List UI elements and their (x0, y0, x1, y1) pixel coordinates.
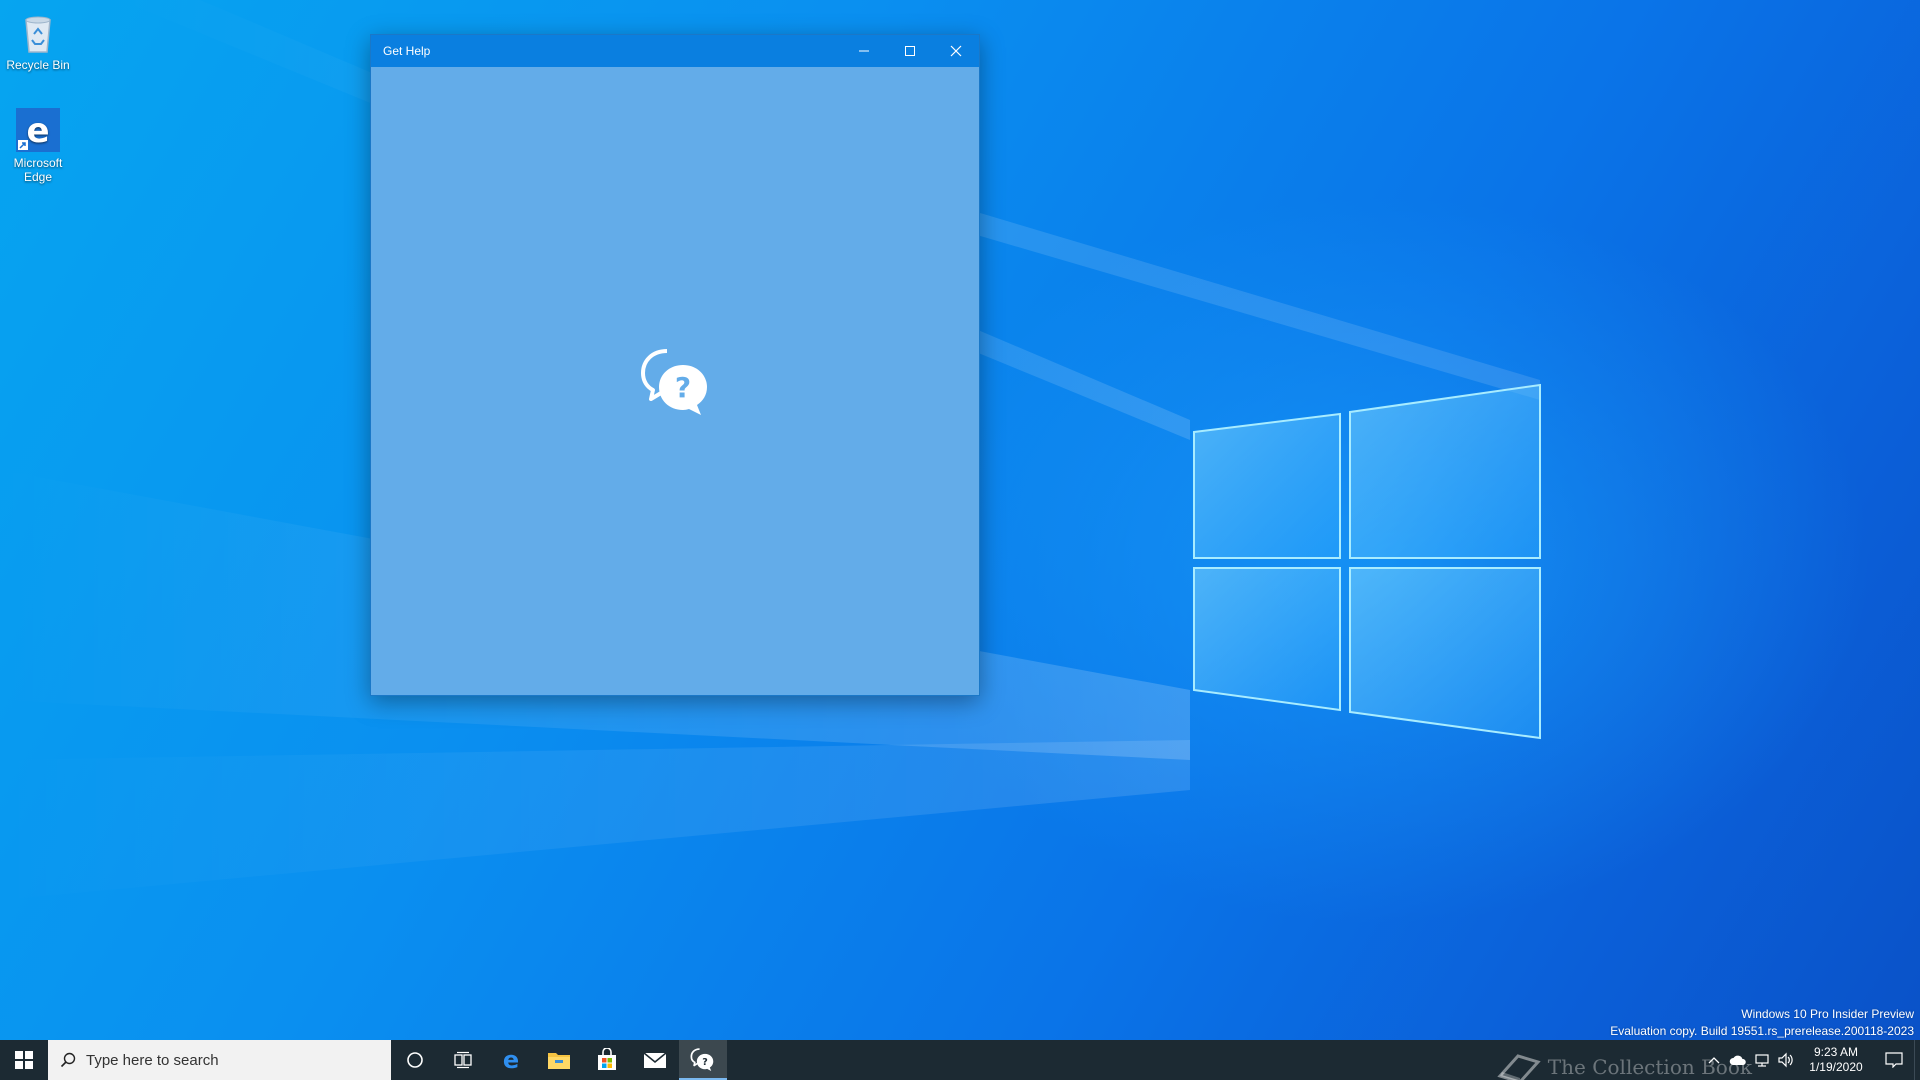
taskbar-task-view[interactable] (439, 1040, 487, 1080)
taskbar-store[interactable] (583, 1040, 631, 1080)
clock-date: 1/19/2020 (1809, 1060, 1863, 1074)
notification-icon (1885, 1052, 1903, 1068)
action-center-button[interactable] (1874, 1040, 1914, 1080)
close-icon (950, 45, 962, 57)
search-icon (60, 1052, 76, 1068)
eval-line-1: Windows 10 Pro Insider Preview (1741, 1007, 1914, 1021)
clock-time: 9:23 AM (1813, 1045, 1859, 1059)
close-button[interactable] (933, 35, 979, 67)
desktop-icon-label: Microsoft Edge (13, 156, 63, 184)
desktop: Recycle Bin e Microsoft Edge Get Help ? … (0, 0, 1920, 1040)
network-icon (1755, 1054, 1769, 1067)
taskbar-get-help[interactable]: ? (679, 1040, 727, 1080)
get-help-icon: ? (690, 1048, 714, 1071)
maximize-button[interactable] (887, 35, 933, 67)
tray-network[interactable] (1750, 1040, 1774, 1080)
svg-text:e: e (503, 1048, 519, 1072)
volume-icon (1778, 1052, 1793, 1068)
taskbar-mail[interactable] (631, 1040, 679, 1080)
taskbar-search-box[interactable]: Type here to search (48, 1040, 391, 1080)
edge-icon: e (503, 1048, 519, 1072)
taskbar-file-explorer[interactable] (535, 1040, 583, 1080)
store-icon (598, 1048, 616, 1070)
svg-text:?: ? (702, 1057, 708, 1068)
desktop-icon-label: Recycle Bin (6, 58, 70, 72)
edge-icon: e (14, 106, 62, 154)
mail-icon (643, 1052, 667, 1068)
get-help-icon: ? (641, 349, 707, 415)
window-titlebar[interactable]: Get Help (371, 35, 979, 67)
tray-volume[interactable] (1774, 1040, 1798, 1080)
folder-icon (548, 1053, 570, 1069)
watermark-text: The Collection Book (1547, 1055, 1752, 1079)
windows-start-icon (15, 1051, 33, 1069)
cortana-icon (407, 1052, 423, 1068)
taskbar-clock[interactable]: 9:23 AM 1/19/2020 (1798, 1045, 1874, 1075)
start-button[interactable] (0, 1040, 48, 1080)
taskbar-cortana[interactable] (391, 1040, 439, 1080)
svg-text:?: ? (675, 371, 691, 404)
desktop-icon-microsoft-edge[interactable]: e Microsoft Edge (0, 106, 76, 184)
evaluation-watermark: Windows 10 Pro Insider Preview Evaluatio… (1610, 1006, 1914, 1040)
eval-line-2: Evaluation copy. Build 19551.rs_prerelea… (1610, 1024, 1914, 1038)
desktop-icon-recycle-bin[interactable]: Recycle Bin (0, 8, 76, 72)
svg-text:e: e (26, 111, 49, 151)
windows-wallpaper-logo (1193, 383, 1541, 740)
minimize-button[interactable] (841, 35, 887, 67)
show-desktop-button[interactable] (1914, 1040, 1920, 1080)
recycle-bin-icon (14, 8, 62, 56)
minimize-icon (859, 50, 869, 52)
taskbar-edge[interactable]: e (487, 1040, 535, 1080)
window-title: Get Help (383, 44, 431, 58)
maximize-icon (905, 46, 915, 56)
window-content: ? (371, 67, 979, 695)
task-view-icon (454, 1051, 472, 1069)
search-placeholder: Type here to search (86, 1051, 219, 1069)
get-help-window[interactable]: Get Help ? (370, 34, 980, 696)
book-icon (1497, 1054, 1541, 1084)
watermark-logo: The Collection Book (1496, 1050, 1752, 1084)
